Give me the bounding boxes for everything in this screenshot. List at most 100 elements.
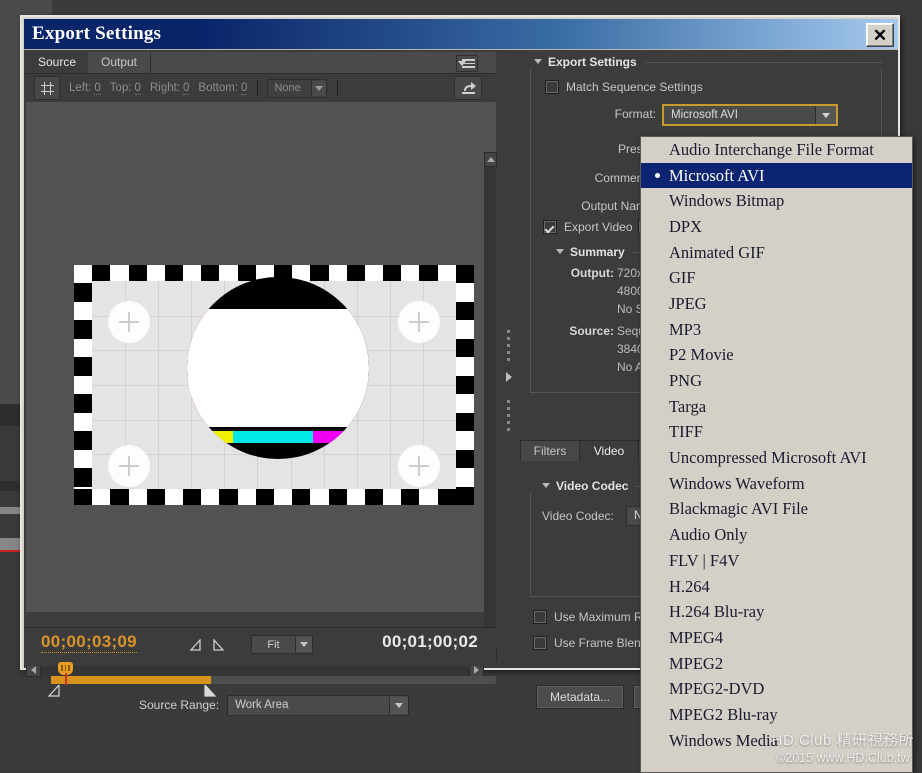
- format-option[interactable]: Animated GIF: [641, 240, 912, 266]
- format-option[interactable]: Blackmagic AVI File: [641, 497, 912, 523]
- export-settings-group-title: Export Settings: [548, 55, 637, 69]
- format-option[interactable]: Microsoft AVI: [641, 163, 912, 189]
- format-option[interactable]: MPEG2: [641, 651, 912, 677]
- title-bar: Export Settings ✕: [24, 19, 898, 49]
- match-sequence-row[interactable]: Match Sequence Settings: [545, 80, 703, 94]
- max-render-checkbox[interactable]: [533, 610, 547, 624]
- playhead[interactable]: [58, 662, 73, 684]
- export-frame-button[interactable]: [454, 76, 482, 100]
- format-option[interactable]: P2 Movie: [641, 343, 912, 369]
- zoom-level-dropdown[interactable]: Fit: [251, 635, 313, 654]
- preview-vscrollbar[interactable]: [484, 152, 496, 662]
- format-option[interactable]: Audio Interchange File Format: [641, 137, 912, 163]
- scrub-bar[interactable]: [51, 676, 496, 684]
- format-option[interactable]: Windows Waveform: [641, 471, 912, 497]
- checker-square: [383, 265, 401, 281]
- crop-bottom-value[interactable]: 0: [241, 82, 247, 95]
- format-option[interactable]: TIFF: [641, 420, 912, 446]
- source-range-row: Source Range: Work Area: [26, 692, 496, 718]
- pattern-color-bar: [233, 431, 313, 443]
- tab-output-label: Output: [101, 55, 137, 69]
- crop-left-value[interactable]: 0: [94, 82, 100, 95]
- format-option-label: H.264 Blu-ray: [669, 602, 764, 622]
- source-range-value: Work Area: [235, 699, 389, 711]
- registration-mark-bl: [108, 445, 150, 487]
- group-rule: [645, 62, 882, 63]
- format-option[interactable]: H.264 Blu-ray: [641, 599, 912, 625]
- format-option[interactable]: Targa: [641, 394, 912, 420]
- disclosure-triangle-icon[interactable]: [534, 59, 542, 68]
- checker-square: [419, 265, 437, 281]
- format-dropdown-button[interactable]: Microsoft AVI: [662, 104, 838, 126]
- source-range-dropdown[interactable]: Work Area: [227, 695, 409, 716]
- format-option-label: GIF: [669, 268, 696, 288]
- source-range-label: Source Range:: [139, 698, 219, 712]
- format-option[interactable]: H.264: [641, 574, 912, 600]
- crop-right-value[interactable]: 0: [183, 82, 189, 95]
- checker-square: [74, 431, 92, 449]
- format-option[interactable]: MPEG2 Blu-ray: [641, 702, 912, 728]
- format-option[interactable]: PNG: [641, 368, 912, 394]
- checker-square: [74, 394, 92, 412]
- dialog-title: Export Settings: [32, 23, 161, 45]
- format-option-label: Windows Bitmap: [669, 191, 784, 211]
- tab-filters[interactable]: Filters: [520, 440, 580, 461]
- checker-square: [74, 357, 92, 375]
- pattern-band: [187, 429, 369, 431]
- format-option-label: P2 Movie: [669, 345, 734, 365]
- format-option[interactable]: MPEG2-DVD: [641, 676, 912, 702]
- scroll-up-arrow[interactable]: [484, 152, 497, 167]
- disclosure-triangle-icon[interactable]: [542, 483, 550, 492]
- frame-blending-checkbox[interactable]: [533, 636, 547, 650]
- format-option[interactable]: JPEG: [641, 291, 912, 317]
- disclosure-triangle-icon[interactable]: [556, 249, 564, 258]
- work-area-range[interactable]: [51, 676, 211, 684]
- toolbar-separator: [337, 80, 338, 96]
- tab-filters-label: Filters: [534, 444, 567, 458]
- pattern-center-circle: Slide test screen: [187, 277, 369, 459]
- format-option-label: MPEG2 Blu-ray: [669, 705, 778, 725]
- crop-top-value[interactable]: 0: [135, 82, 141, 95]
- tab-output[interactable]: Output: [88, 52, 151, 73]
- format-option[interactable]: FLV | F4V: [641, 548, 912, 574]
- format-option[interactable]: MPEG4: [641, 625, 912, 651]
- current-timecode[interactable]: 00;00;03;09: [41, 632, 137, 653]
- format-option-label: DPX: [669, 217, 702, 237]
- tab-source[interactable]: Source: [26, 52, 89, 73]
- crop-aspect-dropdown[interactable]: None: [267, 79, 327, 98]
- checker-square: [365, 489, 383, 505]
- metadata-button[interactable]: Metadata...: [536, 685, 624, 709]
- format-option[interactable]: Uncompressed Microsoft AVI: [641, 445, 912, 471]
- format-option-label: Targa: [669, 397, 706, 417]
- checker-square: [456, 487, 474, 505]
- match-sequence-checkbox[interactable]: [545, 80, 559, 94]
- format-option[interactable]: MP3: [641, 317, 912, 343]
- format-option-label: PNG: [669, 371, 702, 391]
- zoom-level-value: Fit: [252, 639, 295, 651]
- format-option[interactable]: DPX: [641, 214, 912, 240]
- set-in-point-icon: [189, 639, 202, 651]
- collapse-arrow-icon[interactable]: [506, 372, 512, 382]
- set-in-point-button[interactable]: [189, 638, 202, 650]
- format-option[interactable]: Windows Media: [641, 728, 912, 754]
- crop-tool-button[interactable]: [34, 76, 60, 100]
- tab-video-label: Video: [594, 444, 624, 458]
- format-option[interactable]: GIF: [641, 265, 912, 291]
- format-dropdown-list[interactable]: Audio Interchange File FormatMicrosoft A…: [640, 136, 913, 773]
- close-button[interactable]: ✕: [866, 23, 894, 47]
- export-video-checkbox[interactable]: [543, 220, 557, 234]
- panel-menu-button[interactable]: [456, 55, 478, 72]
- export-video-row[interactable]: Export Video: [543, 220, 633, 234]
- format-option[interactable]: Windows Bitmap: [641, 188, 912, 214]
- format-option-label: FLV | F4V: [669, 551, 739, 571]
- export-video-label: Export Video: [564, 220, 633, 234]
- format-option[interactable]: Audio Only: [641, 522, 912, 548]
- format-option-label: Windows Media: [669, 731, 778, 751]
- crop-aspect-value: None: [274, 82, 311, 94]
- panel-splitter[interactable]: [504, 110, 516, 670]
- crop-right-label: Right:: [150, 82, 180, 94]
- source-preview[interactable]: Slide test screen: [52, 102, 474, 612]
- set-out-point-button[interactable]: [212, 638, 225, 650]
- tab-video[interactable]: Video: [579, 440, 639, 461]
- export-settings-group-header[interactable]: Export Settings: [534, 54, 882, 70]
